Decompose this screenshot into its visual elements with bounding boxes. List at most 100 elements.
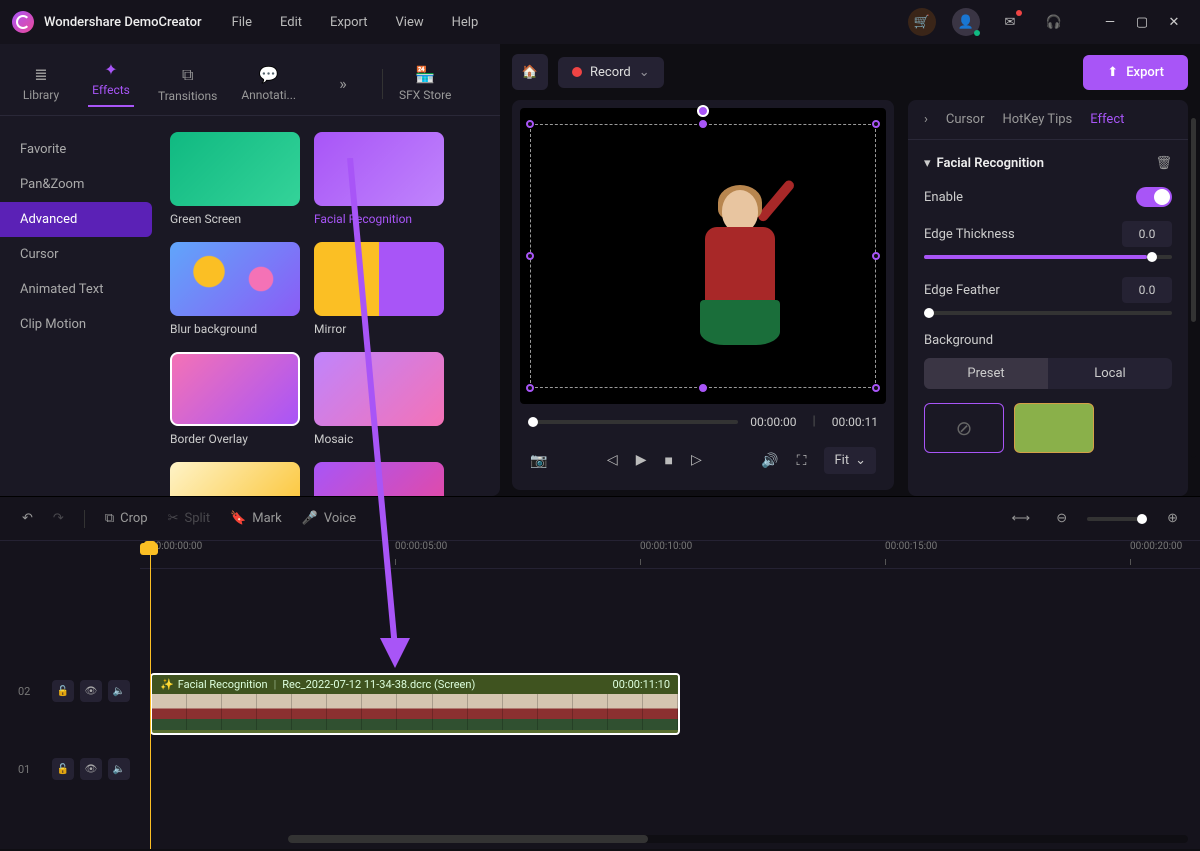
stop-button[interactable]: ■ — [664, 452, 672, 469]
delete-effect-button[interactable]: 🗑 — [1155, 156, 1172, 171]
prev-frame-button[interactable]: ◁ — [607, 452, 618, 469]
preview-canvas[interactable] — [520, 108, 886, 404]
panel-tab-cursor[interactable]: Cursor — [946, 112, 985, 127]
effect-extra-2[interactable] — [314, 462, 444, 496]
resize-handle[interactable] — [699, 120, 707, 128]
minimize-icon[interactable]: — — [1096, 8, 1124, 36]
category-animated-text[interactable]: Animated Text — [0, 272, 160, 307]
next-frame-button[interactable]: ▷ — [691, 452, 702, 469]
crop-button[interactable]: ⧉ Crop — [99, 507, 154, 530]
stack-icon: ≣ — [34, 65, 47, 84]
messages-icon[interactable]: ✉ — [996, 8, 1024, 36]
preview-panel: 🏠 Record ⌄ ⬆ Export — [500, 44, 1200, 496]
panel-tab-hotkey[interactable]: HotKey Tips — [1002, 112, 1072, 127]
voice-button[interactable]: 🎤 Voice — [296, 507, 362, 530]
collapse-icon[interactable]: ▾ — [924, 156, 931, 171]
bg-preset-none[interactable]: ⊘ — [924, 403, 1004, 453]
edge-thickness-label: Edge Thickness — [924, 227, 1015, 242]
clip-duration: 00:00:11:10 — [613, 678, 670, 691]
headset-icon[interactable]: 🎧 — [1040, 8, 1068, 36]
record-button[interactable]: Record ⌄ — [558, 57, 664, 88]
close-icon[interactable]: ✕ — [1160, 8, 1188, 36]
timeline-ruler[interactable]: 00:00:00:00 00:00:05:00 00:00:10:00 00:0… — [140, 541, 1200, 569]
edge-thickness-slider[interactable] — [924, 255, 1172, 259]
effects-scrollbar[interactable] — [1191, 118, 1196, 458]
edge-feather-slider[interactable] — [924, 311, 1172, 315]
effect-extra-1[interactable] — [170, 462, 300, 496]
effect-border-overlay[interactable]: Border Overlay — [170, 352, 300, 446]
category-list: Favorite Pan&Zoom Advanced Cursor Animat… — [0, 116, 160, 496]
fit-timeline-button[interactable]: ⟷ — [1006, 507, 1037, 530]
track-lock-button[interactable]: 🔓 — [52, 680, 74, 702]
home-button[interactable]: 🏠 — [512, 54, 548, 90]
fullscreen-button[interactable]: ⛶ — [797, 453, 807, 469]
edge-feather-value[interactable]: 0.0 — [1122, 277, 1172, 303]
cart-icon[interactable]: 🛒 — [908, 8, 936, 36]
tab-annotations[interactable]: 💬Annotati... — [229, 57, 308, 110]
tab-more[interactable]: » — [308, 66, 378, 101]
category-panzoom[interactable]: Pan&Zoom — [0, 167, 160, 202]
selection-box[interactable] — [530, 124, 876, 388]
zoom-fit-select[interactable]: Fit⌄ — [824, 447, 876, 474]
tab-transitions[interactable]: ⧉Transitions — [146, 57, 229, 111]
chevron-right-icon: » — [339, 74, 347, 93]
chevron-down-icon: ⌄ — [855, 453, 866, 468]
enable-toggle[interactable] — [1136, 187, 1172, 207]
track-mute-button[interactable]: 🔈 — [108, 680, 130, 702]
tab-sfx-store[interactable]: 🏪SFX Store — [387, 57, 463, 110]
menu-help[interactable]: Help — [452, 15, 479, 30]
edge-thickness-value[interactable]: 0.0 — [1122, 221, 1172, 247]
effect-mosaic[interactable]: Mosaic — [314, 352, 444, 446]
panel-tab-effect[interactable]: Effect — [1090, 112, 1124, 127]
resize-handle[interactable] — [526, 252, 534, 260]
bg-tab-preset[interactable]: Preset — [924, 358, 1048, 389]
mark-button[interactable]: 🔖 Mark — [224, 507, 288, 530]
maximize-icon[interactable]: ▢ — [1128, 8, 1156, 36]
resize-handle[interactable] — [526, 384, 534, 392]
user-icon[interactable]: 👤 — [952, 8, 980, 36]
zoom-out-button[interactable]: ⊖ — [1050, 507, 1073, 530]
menu-view[interactable]: View — [396, 15, 424, 30]
redo-button[interactable]: ↷ — [47, 507, 70, 530]
effect-blur-background[interactable]: Blur background — [170, 242, 300, 336]
undo-button[interactable]: ↶ — [16, 507, 39, 530]
time-total: 00:00:11 — [832, 415, 878, 429]
menu-export[interactable]: Export — [330, 15, 368, 30]
timeline-scrollbar[interactable] — [288, 835, 1188, 843]
zoom-slider[interactable] — [1087, 517, 1147, 521]
bg-preset-green[interactable] — [1014, 403, 1094, 453]
tab-library[interactable]: ≣Library — [6, 57, 76, 110]
track-visibility-button[interactable]: 👁 — [80, 680, 102, 702]
resize-handle[interactable] — [872, 384, 880, 392]
resize-handle[interactable] — [699, 384, 707, 392]
volume-button[interactable]: 🔊 — [761, 453, 778, 469]
export-button[interactable]: ⬆ Export — [1083, 55, 1188, 90]
playhead[interactable] — [150, 541, 151, 849]
track-lock-button[interactable]: 🔓 — [52, 758, 74, 780]
menu-edit[interactable]: Edit — [280, 15, 302, 30]
record-dot-icon — [572, 67, 582, 77]
timeline-clip[interactable]: ✨Facial Recognition | Rec_2022-07-12 11-… — [150, 673, 680, 735]
chevron-right-icon[interactable]: › — [924, 112, 928, 127]
tab-effects[interactable]: ✦Effects — [76, 52, 146, 115]
effect-mirror[interactable]: Mirror — [314, 242, 444, 336]
resize-handle[interactable] — [872, 252, 880, 260]
split-button[interactable]: ✂ Split — [162, 507, 217, 530]
rotate-handle[interactable] — [697, 105, 709, 117]
track-mute-button[interactable]: 🔈 — [108, 758, 130, 780]
menu-file[interactable]: File — [232, 15, 252, 30]
resize-handle[interactable] — [872, 120, 880, 128]
progress-bar[interactable] — [528, 420, 738, 424]
category-advanced[interactable]: Advanced — [0, 202, 152, 237]
bg-tab-local[interactable]: Local — [1048, 358, 1172, 389]
screenshot-button[interactable]: 📷 — [530, 453, 547, 469]
zoom-in-button[interactable]: ⊕ — [1161, 507, 1184, 530]
play-button[interactable]: ▶ — [636, 452, 647, 469]
track-visibility-button[interactable]: 👁 — [80, 758, 102, 780]
category-favorite[interactable]: Favorite — [0, 132, 160, 167]
resize-handle[interactable] — [526, 120, 534, 128]
category-cursor[interactable]: Cursor — [0, 237, 160, 272]
category-clip-motion[interactable]: Clip Motion — [0, 307, 160, 342]
effect-green-screen[interactable]: Green Screen — [170, 132, 300, 226]
effect-facial-recognition[interactable]: Facial Recognition — [314, 132, 444, 226]
